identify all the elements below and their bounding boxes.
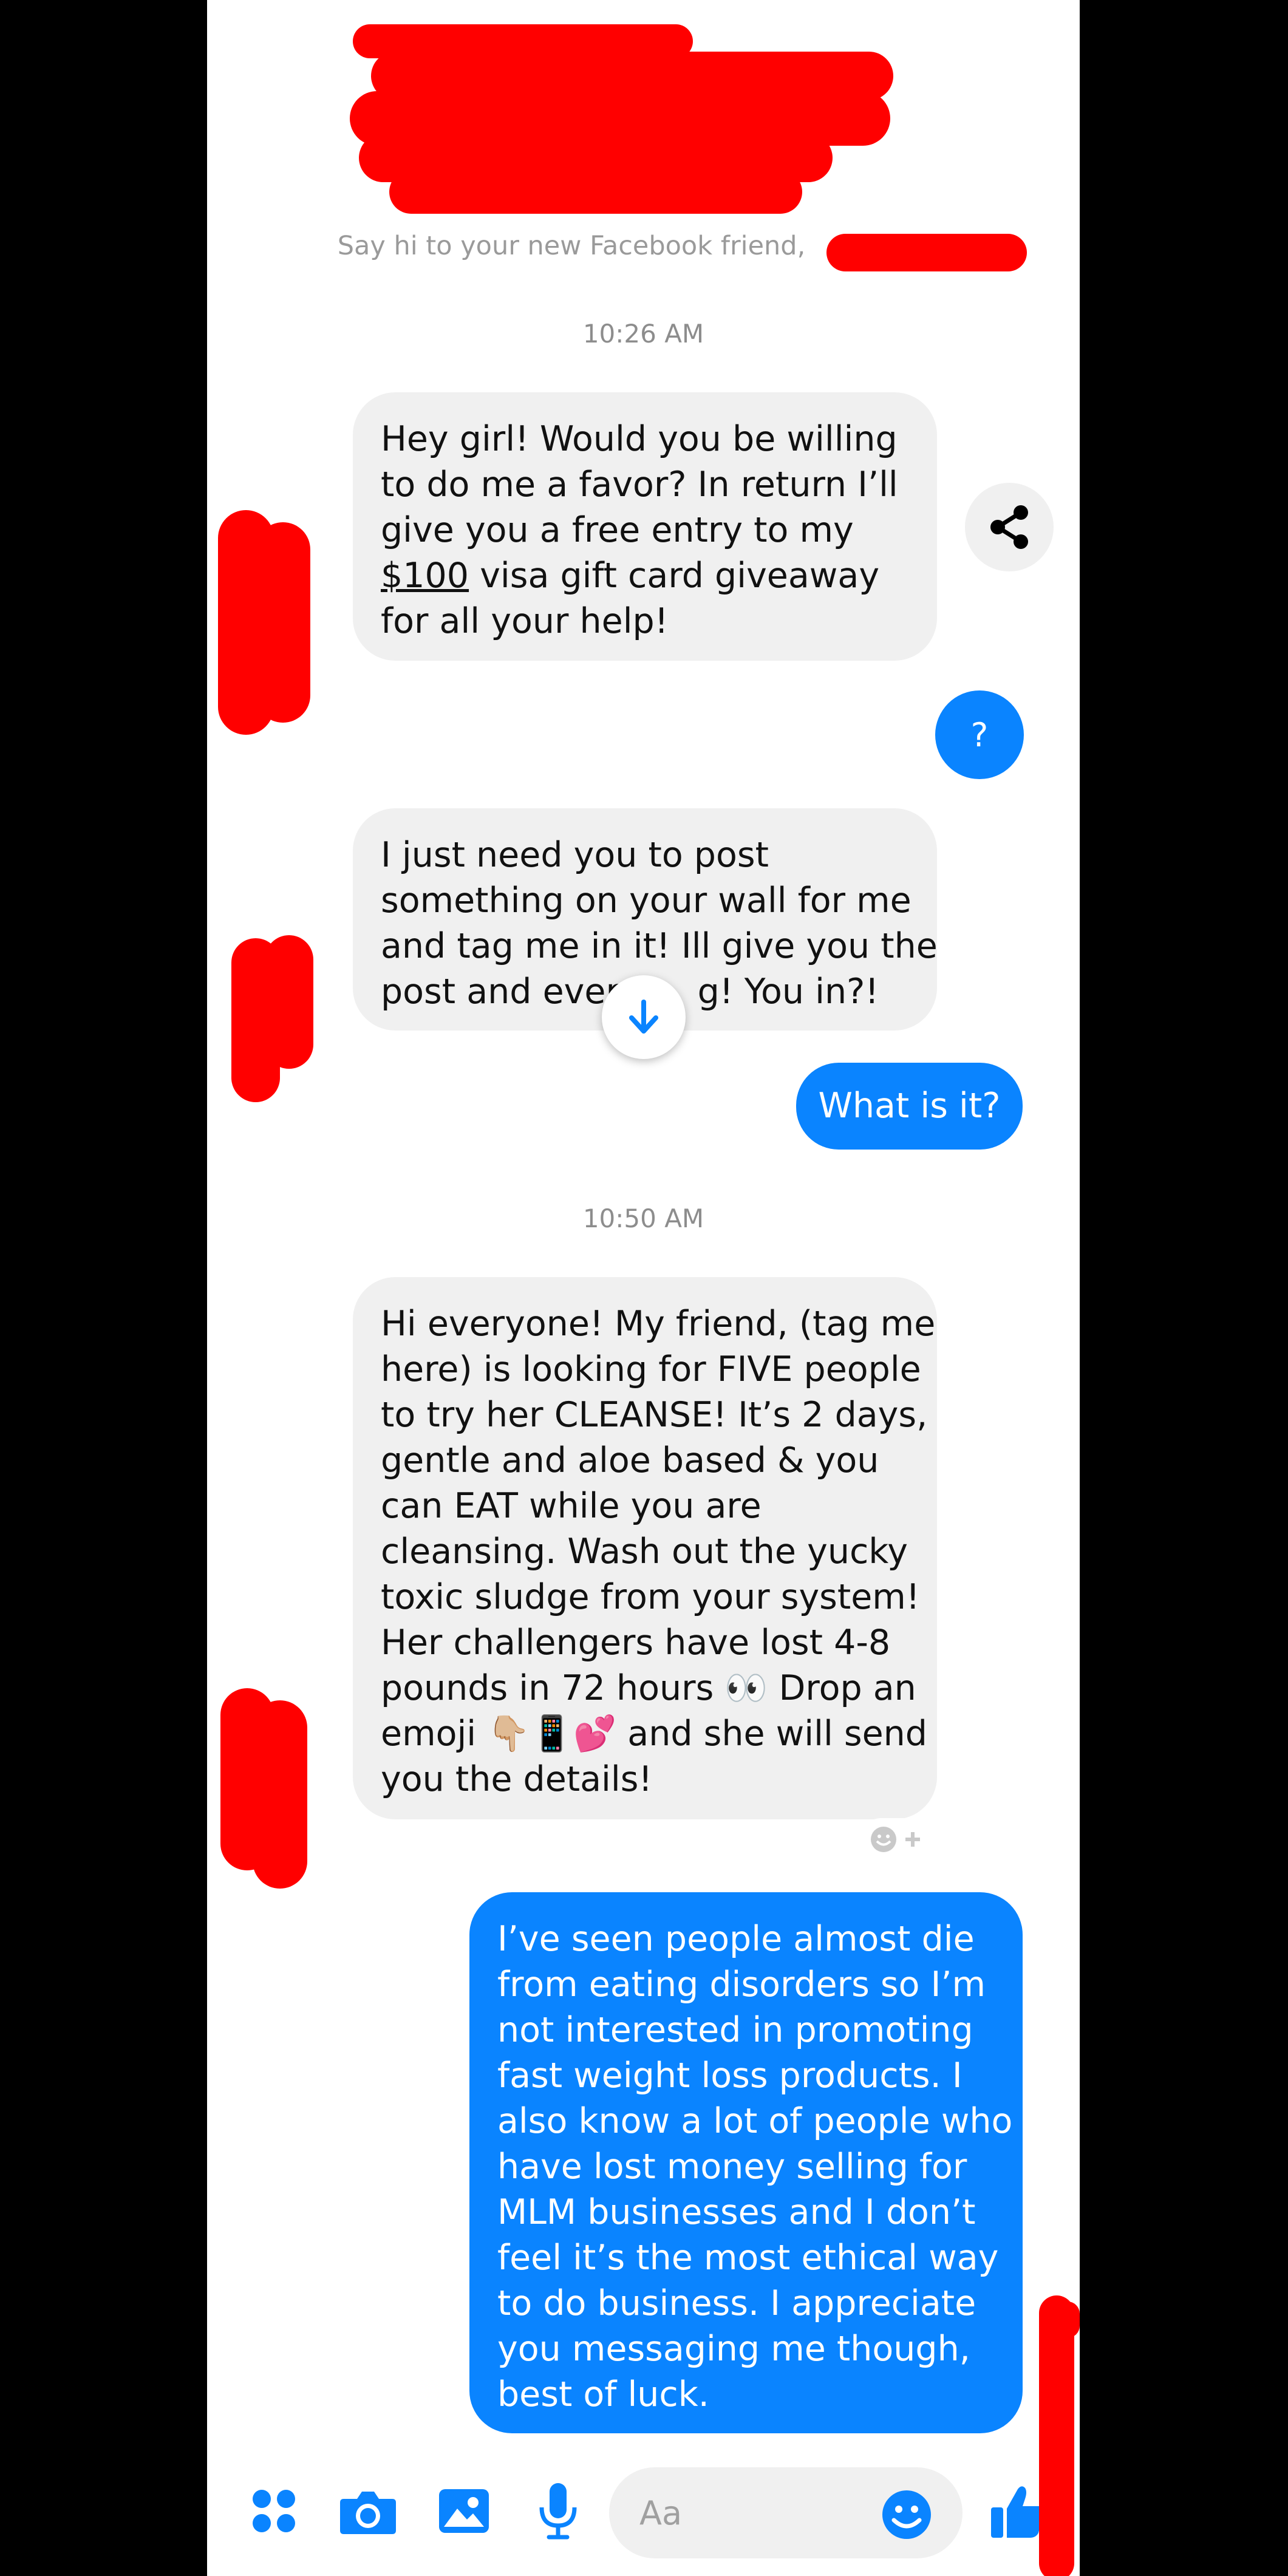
message-line: fast weight loss products. I xyxy=(497,2056,963,2096)
message-line: I’ve seen people almost die xyxy=(497,1919,975,1959)
thumbs-up-icon xyxy=(991,2486,1044,2538)
message-line: g! You in?! xyxy=(697,972,879,1012)
voice-button[interactable] xyxy=(528,2478,588,2544)
add-reaction-button[interactable] xyxy=(860,1818,933,1861)
message-input-placeholder: Aa xyxy=(639,2494,683,2532)
image-icon xyxy=(439,2489,489,2533)
message-line: you messaging me though, xyxy=(497,2329,970,2369)
message-line: from eating disorders so I’m xyxy=(497,1964,986,2005)
incoming-message[interactable]: Hey girl! Would you be willing to do me … xyxy=(353,392,937,661)
timestamp: 10:50 AM xyxy=(582,1204,704,1233)
message-line: post and every xyxy=(381,972,641,1012)
share-icon xyxy=(990,505,1028,549)
redaction-friend-name xyxy=(826,234,1027,271)
apps-button[interactable] xyxy=(244,2481,304,2541)
message-line: here) is looking for FIVE people xyxy=(381,1349,921,1389)
message-line: Hey girl! Would you be willing xyxy=(381,419,898,459)
link-amount[interactable]: $100 xyxy=(381,556,469,596)
timestamp: 10:26 AM xyxy=(582,319,704,349)
message-line: best of luck. xyxy=(497,2374,709,2414)
outgoing-message[interactable]: ? xyxy=(935,690,1024,779)
message-line: cleansing. Wash out the yucky xyxy=(381,1532,908,1572)
message-line: for all your help! xyxy=(381,601,669,641)
outgoing-message[interactable]: I’ve seen people almost die from eating … xyxy=(469,1892,1023,2433)
message-text: What is it? xyxy=(818,1086,1001,1126)
message-line: can EAT while you are xyxy=(381,1486,762,1526)
incoming-message[interactable]: Hi everyone! My friend, (tag me here) is… xyxy=(353,1277,937,1819)
outgoing-message[interactable]: What is it? xyxy=(796,1063,1023,1150)
scroll-to-bottom-button[interactable] xyxy=(602,975,686,1059)
message-line: feel it’s the most ethical way xyxy=(497,2238,999,2278)
message-line: you the details! xyxy=(381,1759,653,1799)
share-button[interactable] xyxy=(965,483,1054,571)
camera-icon xyxy=(340,2492,396,2534)
message-line: pounds in 72 hours 👀 Drop an xyxy=(381,1668,916,1708)
emoji-button[interactable] xyxy=(876,2484,937,2545)
message-line: give you a free entry to my xyxy=(381,510,854,550)
redaction-avatar xyxy=(253,1700,307,1889)
message-input[interactable]: Aa xyxy=(609,2467,963,2558)
message-line: Her challengers have lost 4-8 xyxy=(381,1623,891,1663)
redaction-avatar xyxy=(265,935,313,1069)
message-line: to do business. I appreciate xyxy=(497,2283,976,2323)
message-line: visa gift card giveaway xyxy=(480,556,880,596)
message-line: have lost money selling for xyxy=(497,2147,967,2187)
emoji-icon xyxy=(882,2490,931,2539)
camera-button[interactable] xyxy=(335,2478,401,2544)
messenger-screen: Say hi to your new Facebook friend, 10:2… xyxy=(207,0,1080,2576)
message-line: Hi everyone! My friend, (tag me xyxy=(381,1304,936,1344)
message-line: MLM businesses and I don’t xyxy=(497,2192,976,2232)
new-friend-notice: Say hi to your new Facebook friend, xyxy=(337,231,806,261)
gallery-button[interactable] xyxy=(431,2478,497,2544)
apps-icon xyxy=(253,2490,295,2532)
message-line: also know a lot of people who xyxy=(497,2101,1013,2141)
microphone-icon xyxy=(539,2483,577,2540)
message-line: and tag me in it! Ill give you the xyxy=(381,926,938,966)
arrow-down-icon xyxy=(629,1000,658,1034)
message-line: toxic sludge from your system! xyxy=(381,1577,920,1617)
message-line: emoji 👇🏼📱💕 and she will send xyxy=(381,1714,927,1754)
message-line: to do me a favor? In return I’ll xyxy=(381,465,898,505)
redaction-avatar xyxy=(256,522,310,723)
message-line: gentle and aloe based & you xyxy=(381,1440,879,1481)
redaction-avatar xyxy=(1054,2302,1080,2338)
redaction-header xyxy=(389,170,802,214)
message-line: to try her CLEANSE! It’s 2 days, xyxy=(381,1395,928,1435)
message-line: something on your wall for me xyxy=(381,881,911,921)
add-reaction-icon xyxy=(871,1827,920,1852)
message-line: not interested in promoting xyxy=(497,2010,973,2050)
message-line: I just need you to post xyxy=(381,835,769,875)
